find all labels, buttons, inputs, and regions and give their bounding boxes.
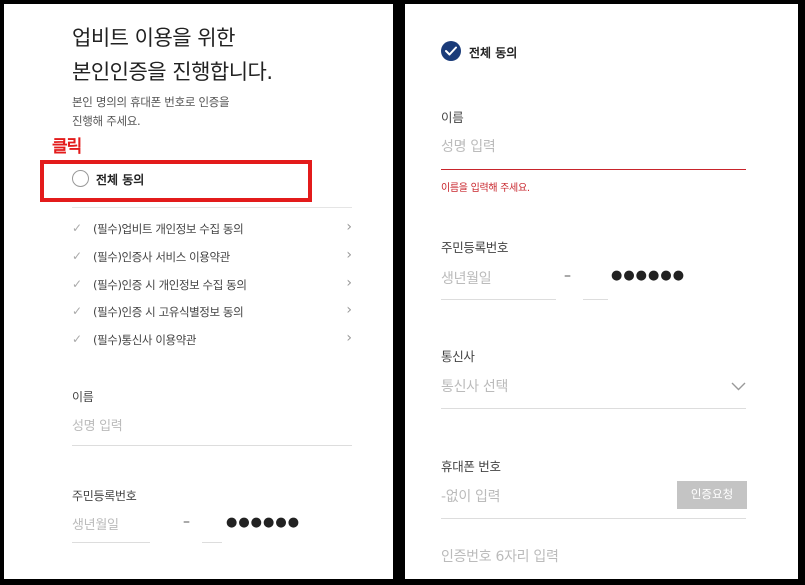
- name-error-underline: [441, 169, 746, 170]
- carrier-select[interactable]: 통신사 선택: [441, 376, 508, 396]
- description-line1: 본인 명의의 휴대폰 번호로 인증을: [72, 95, 230, 109]
- checkmark-icon: ✓: [72, 304, 83, 318]
- term-label: (필수)업비트 개인정보 수집 동의: [93, 222, 244, 236]
- all-agree-radio[interactable]: [72, 170, 89, 187]
- carrier-label: 통신사: [441, 349, 475, 364]
- name-label: 이름: [72, 390, 94, 404]
- rrn-birthdate-underline: [441, 299, 556, 300]
- checkmark-icon: ✓: [72, 249, 83, 263]
- name-input[interactable]: 성명 입력: [441, 136, 496, 156]
- rrn-birthdate-input[interactable]: 생년월일: [441, 268, 492, 288]
- rrn-label: 주민등록번호: [441, 240, 509, 255]
- term-label: (필수)인증 시 고유식별정보 동의: [93, 305, 244, 319]
- description-line2: 진행해 주세요.: [72, 114, 141, 128]
- carrier-underline: [441, 408, 746, 409]
- name-label: 이름: [441, 110, 464, 125]
- checkmark-icon: ✓: [72, 221, 83, 235]
- rrn-masked-digits: ●●●●●●: [611, 268, 686, 283]
- term-label: (필수)통신사 이용약관: [93, 333, 197, 347]
- rrn-birthdate-underline: [72, 542, 150, 543]
- chevron-right-icon[interactable]: ›: [346, 247, 352, 263]
- phone-input[interactable]: -없이 입력: [441, 486, 501, 506]
- rrn-masked-digits: ●●●●●●: [226, 515, 301, 530]
- rrn-dash: –: [564, 268, 571, 284]
- term-item-2[interactable]: ✓ (필수)인증사 서비스 이용약관 ›: [72, 247, 352, 266]
- term-item-3[interactable]: ✓ (필수)인증 시 개인정보 수집 동의 ›: [72, 275, 352, 294]
- all-agree-label[interactable]: 전체 동의: [469, 44, 517, 61]
- rrn-label: 주민등록번호: [72, 489, 137, 503]
- term-label: (필수)인증 시 개인정보 수집 동의: [93, 278, 247, 292]
- chevron-right-icon[interactable]: ›: [346, 219, 352, 235]
- right-screen: 전체 동의 이름 성명 입력 이름을 입력해 주세요. 주민등록번호 생년월일 …: [405, 4, 798, 579]
- term-item-4[interactable]: ✓ (필수)인증 시 고유식별정보 동의 ›: [72, 302, 352, 321]
- name-input[interactable]: 성명 입력: [72, 415, 123, 434]
- rrn-dash: –: [183, 514, 190, 530]
- chevron-right-icon[interactable]: ›: [346, 302, 352, 318]
- page-title-line2: 본인인증을 진행합니다.: [72, 60, 273, 84]
- name-error-message: 이름을 입력해 주세요.: [441, 183, 530, 194]
- chevron-right-icon[interactable]: ›: [346, 330, 352, 346]
- left-screen: 업비트 이용을 위한 본인인증을 진행합니다. 본인 명의의 휴대폰 번호로 인…: [4, 4, 393, 579]
- checkmark-icon: ✓: [72, 277, 83, 291]
- verification-code-input[interactable]: 인증번호 6자리 입력: [441, 546, 559, 566]
- phone-label: 휴대폰 번호: [441, 459, 501, 474]
- phone-underline: [441, 518, 746, 519]
- chevron-down-icon[interactable]: [731, 376, 746, 395]
- checkmark-icon: ✓: [72, 332, 83, 346]
- rrn-birthdate-input[interactable]: 생년월일: [72, 514, 119, 533]
- name-underline: [72, 445, 352, 446]
- rrn-gender-underline: [583, 299, 608, 300]
- term-label: (필수)인증사 서비스 이용약관: [93, 250, 230, 264]
- click-annotation: 클릭: [52, 137, 82, 157]
- check-circle-icon[interactable]: [441, 41, 461, 61]
- rrn-gender-underline: [202, 542, 222, 543]
- divider: [72, 207, 352, 208]
- chevron-right-icon[interactable]: ›: [346, 275, 352, 291]
- page-title-line1: 업비트 이용을 위한: [72, 26, 235, 50]
- verify-request-button[interactable]: 인증요청: [677, 481, 747, 509]
- term-item-5[interactable]: ✓ (필수)통신사 이용약관 ›: [72, 330, 352, 349]
- all-agree-label[interactable]: 전체 동의: [96, 171, 144, 188]
- term-item-1[interactable]: ✓ (필수)업비트 개인정보 수집 동의 ›: [72, 219, 352, 238]
